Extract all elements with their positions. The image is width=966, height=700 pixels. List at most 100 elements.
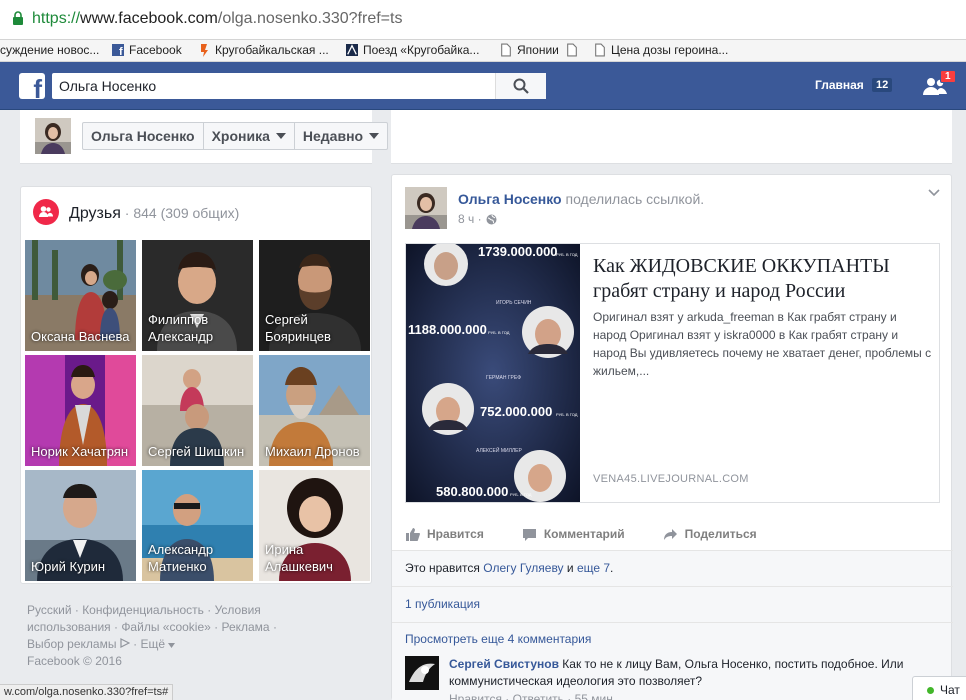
bookmark-item[interactable]: Поезд «Кругобайка... bbox=[346, 43, 479, 57]
friend-tile[interactable]: Филиппов Александр bbox=[142, 240, 253, 351]
friend-tile[interactable]: Сергей Бояринцев bbox=[259, 240, 370, 351]
more-likers-link[interactable]: еще 7 bbox=[577, 561, 610, 575]
friend-tile[interactable]: Норик Хачатрян bbox=[25, 355, 136, 466]
post-actions: Нравится Комментарий Поделиться bbox=[405, 521, 940, 547]
friend-name: Филиппов Александр bbox=[148, 312, 214, 344]
bookmark-item[interactable]: Цена дозы героина... bbox=[594, 43, 728, 57]
search-button[interactable] bbox=[495, 73, 546, 99]
commenter-name[interactable]: Сергей Свистунов bbox=[449, 657, 559, 671]
friend-tile[interactable]: Юрий Курин bbox=[25, 470, 136, 581]
address-bar[interactable]: https://www.facebook.com/olga.nosenko.33… bbox=[0, 0, 966, 40]
bookmark-item[interactable]: Кругобайкальская ... bbox=[198, 43, 329, 57]
friend-tile[interactable]: Ирина Алашкевич bbox=[259, 470, 370, 581]
copyright: Facebook © 2016 bbox=[27, 654, 122, 668]
chronicle-label: Хроника bbox=[211, 128, 270, 144]
facebook-top-bar: f Главная 12 1 bbox=[0, 62, 966, 110]
bookmark-item[interactable] bbox=[566, 43, 583, 57]
timeline-name: Ольга Носенко bbox=[91, 128, 195, 144]
more-link[interactable]: · Ещё bbox=[130, 637, 165, 651]
divider bbox=[392, 622, 953, 623]
post-action-text: поделилась ссылкой. bbox=[561, 191, 705, 207]
bookmark-facebook[interactable]: f Facebook bbox=[112, 43, 182, 57]
thumbnail-number: 752.000.000 bbox=[480, 404, 552, 419]
post-author-link[interactable]: Ольга Носенко bbox=[458, 191, 562, 207]
timeline-header-right bbox=[391, 110, 952, 164]
url-path: /olga.nosenko.330?fref=ts bbox=[217, 10, 403, 27]
url-text[interactable]: https://www.facebook.com/olga.nosenko.33… bbox=[32, 10, 402, 28]
thumbnail-number: 1739.000.000 bbox=[478, 244, 558, 259]
footer-line[interactable]: Русский · Конфиденциальность · Условия bbox=[27, 602, 367, 619]
comment-icon bbox=[522, 528, 536, 541]
ad-choices-link[interactable]: Выбор рекламы bbox=[27, 637, 116, 651]
liker-link[interactable]: Олегу Гуляеву bbox=[483, 561, 563, 575]
chevron-down-icon[interactable] bbox=[928, 189, 940, 197]
divider bbox=[392, 550, 953, 551]
recent-dropdown[interactable]: Недавно bbox=[295, 123, 387, 149]
likes-mid: и bbox=[563, 561, 577, 575]
chat-button[interactable]: Чат bbox=[912, 676, 966, 700]
share-icon bbox=[663, 528, 677, 540]
post-author-avatar[interactable] bbox=[405, 187, 447, 229]
bookmark-label: Поезд «Кругобайка... bbox=[363, 43, 480, 57]
search-icon bbox=[513, 78, 529, 94]
friend-name: Ирина Алашкевич bbox=[265, 542, 333, 574]
friends-icon bbox=[33, 199, 59, 225]
friend-tile[interactable]: Сергей Шишкин bbox=[142, 355, 253, 466]
friend-tile[interactable]: Оксана Васнева bbox=[25, 240, 136, 351]
footer-line[interactable]: использования · Файлы «cookie» · Реклама… bbox=[27, 619, 367, 636]
link-thumbnail: 1739.000.000 РУБ. В ГОД ИГОРЬ СЕЧИН 1188… bbox=[406, 244, 580, 502]
link-domain: VENA45.LIVEJOURNAL.COM bbox=[593, 473, 749, 485]
post-timestamp[interactable]: 8 ч · bbox=[458, 212, 497, 226]
shared-link[interactable]: 1739.000.000 РУБ. В ГОД ИГОРЬ СЕЧИН 1188… bbox=[405, 243, 940, 503]
like-button[interactable]: Нравится bbox=[405, 521, 484, 547]
link-description: Оригинал взят у arkuda_freeman в Как гра… bbox=[593, 310, 932, 378]
bookmark-item[interactable]: Японии bbox=[500, 43, 559, 57]
commenter-avatar[interactable] bbox=[405, 656, 439, 690]
bookmarks-bar: суждение новос... f Facebook Кругобайкаль… bbox=[0, 40, 966, 62]
bookmark-favicon-icon bbox=[346, 44, 358, 56]
friend-name: Юрий Курин bbox=[31, 559, 106, 574]
search-box bbox=[52, 73, 546, 99]
bookmark-label: Facebook bbox=[129, 43, 182, 57]
share-label: Поделиться bbox=[684, 527, 757, 541]
timeline-nav: Ольга Носенко Хроника Недавно bbox=[82, 122, 389, 150]
facebook-icon: f bbox=[112, 44, 124, 57]
footer-line: Выбор рекламы · Ещё bbox=[27, 636, 367, 653]
likes-summary: Это нравится Олегу Гуляеву и еще 7. bbox=[405, 561, 613, 575]
friends-title-text[interactable]: Друзья bbox=[69, 205, 121, 222]
friend-name: Оксана Васнева bbox=[31, 329, 130, 344]
link-title[interactable]: Как ЖИДОВСКИЕ ОККУПАНТЫ грабят страну и … bbox=[593, 254, 933, 304]
url-scheme: https:// bbox=[32, 10, 81, 27]
bookmark-favicon-icon bbox=[201, 44, 208, 57]
page-icon bbox=[567, 43, 577, 57]
comment-meta[interactable]: Нравится · Ответить · 55 мин bbox=[449, 692, 613, 700]
bookmark-item[interactable]: суждение новос... bbox=[0, 43, 99, 57]
more-comments-link[interactable]: Просмотреть еще 4 комментария bbox=[405, 632, 591, 646]
comment-text: Сергей Свистунов Как то не к лицу Вам, О… bbox=[449, 656, 935, 690]
like-label: Нравится bbox=[427, 527, 484, 541]
friend-name: Александр Матиенко bbox=[148, 542, 214, 574]
friend-tile[interactable]: Александр Матиенко bbox=[142, 470, 253, 581]
search-input[interactable] bbox=[52, 73, 495, 99]
chronicle-dropdown[interactable]: Хроника bbox=[204, 123, 295, 149]
friends-title[interactable]: Друзья · 844 (309 общих) bbox=[69, 205, 239, 223]
bookmark-label: Кругобайкальская ... bbox=[215, 43, 329, 57]
facebook-logo-icon[interactable]: f bbox=[19, 73, 45, 102]
share-button[interactable]: Поделиться bbox=[663, 521, 757, 547]
shares-link[interactable]: 1 публикация bbox=[405, 597, 480, 611]
profile-avatar[interactable] bbox=[35, 118, 71, 154]
friend-requests-badge: 1 bbox=[940, 70, 956, 83]
post-time[interactable]: 8 ч · bbox=[458, 212, 482, 226]
chat-label: Чат bbox=[940, 683, 960, 697]
friend-tile[interactable]: Михаил Дронов bbox=[259, 355, 370, 466]
friends-count: · 844 (309 общих) bbox=[120, 205, 240, 221]
comment-button[interactable]: Комментарий bbox=[522, 521, 625, 547]
thumbnail-unit: РУБ. В ГОД bbox=[556, 412, 578, 417]
bookmark-label: Цена дозы героина... bbox=[611, 43, 729, 57]
post-header: Ольга Носенко поделилась ссылкой. bbox=[458, 191, 704, 207]
recent-label: Недавно bbox=[302, 128, 364, 144]
thumbnail-number: 1188.000.000 bbox=[408, 322, 487, 337]
home-link[interactable]: Главная bbox=[815, 78, 864, 92]
svg-text:f: f bbox=[119, 46, 123, 57]
timeline-name-button[interactable]: Ольга Носенко bbox=[83, 123, 204, 149]
